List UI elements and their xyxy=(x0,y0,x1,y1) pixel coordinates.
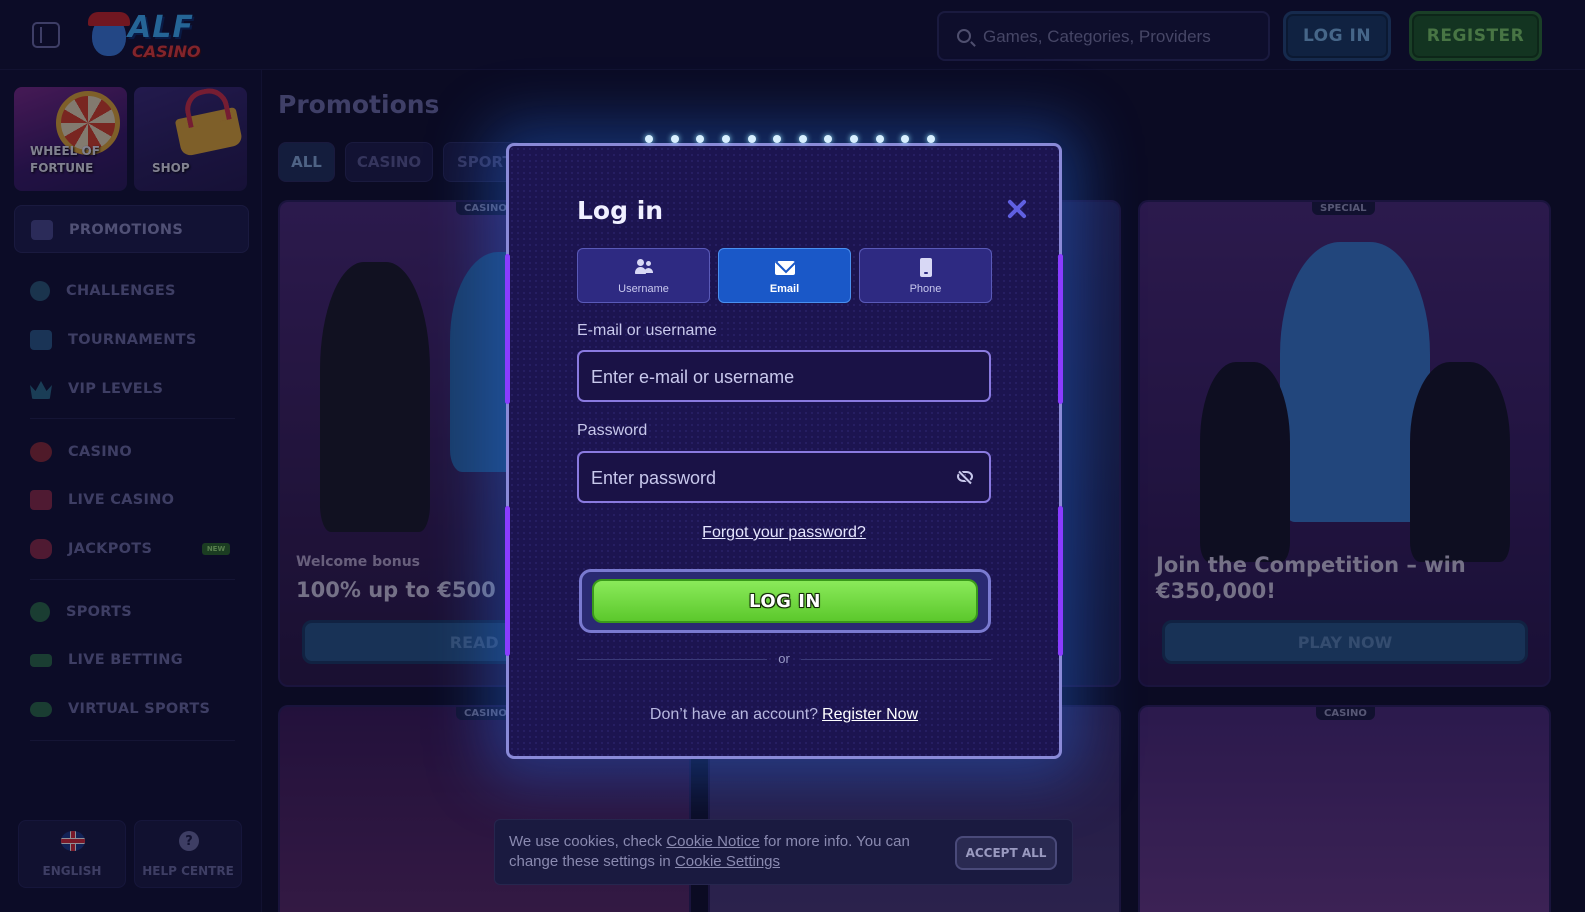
password-label: Password xyxy=(577,422,648,439)
email-input[interactable] xyxy=(591,364,931,390)
accept-all-button[interactable]: ACCEPT ALL xyxy=(955,836,1057,870)
tab-username[interactable]: Username xyxy=(577,248,710,303)
decorative-lights xyxy=(645,135,935,145)
or-separator: or xyxy=(778,651,790,666)
forgot-password-link[interactable]: Forgot your password? xyxy=(509,524,1059,542)
cookie-text: We use cookies, check Cookie Notice for … xyxy=(509,832,929,872)
tab-label: Email xyxy=(769,283,800,295)
tab-label: Phone xyxy=(909,283,942,295)
login-submit-button[interactable]: LOG IN xyxy=(592,579,978,623)
phone-icon xyxy=(920,258,932,277)
email-field[interactable] xyxy=(577,350,991,402)
eye-slash-icon[interactable] xyxy=(957,471,973,482)
no-account-row: Don’t have an account? Register Now xyxy=(509,706,1059,724)
email-label: E-mail or username xyxy=(577,322,717,339)
cookie-text-part: We use cookies, check xyxy=(509,833,663,850)
login-button-frame: LOG IN xyxy=(579,569,991,633)
modal-title: Log in xyxy=(577,196,664,225)
tab-email[interactable]: Email xyxy=(718,248,851,303)
close-icon[interactable] xyxy=(1005,197,1029,221)
cookie-banner: We use cookies, check Cookie Notice for … xyxy=(494,819,1073,885)
cookie-settings-link[interactable]: Cookie Settings xyxy=(675,853,780,870)
modal-accent xyxy=(505,254,510,404)
register-now-link[interactable]: Register Now xyxy=(822,706,918,723)
tab-label: Username xyxy=(618,283,669,295)
password-field[interactable] xyxy=(577,451,991,503)
envelope-icon xyxy=(775,261,795,275)
login-modal: Log in Username Email Phone E-mail or us… xyxy=(505,135,1063,759)
cookie-notice-link[interactable]: Cookie Notice xyxy=(666,833,759,850)
modal-accent xyxy=(1058,254,1063,404)
tab-phone[interactable]: Phone xyxy=(859,248,992,303)
password-input[interactable] xyxy=(591,465,931,491)
users-icon xyxy=(635,259,653,275)
no-account-text: Don’t have an account? xyxy=(649,706,819,723)
